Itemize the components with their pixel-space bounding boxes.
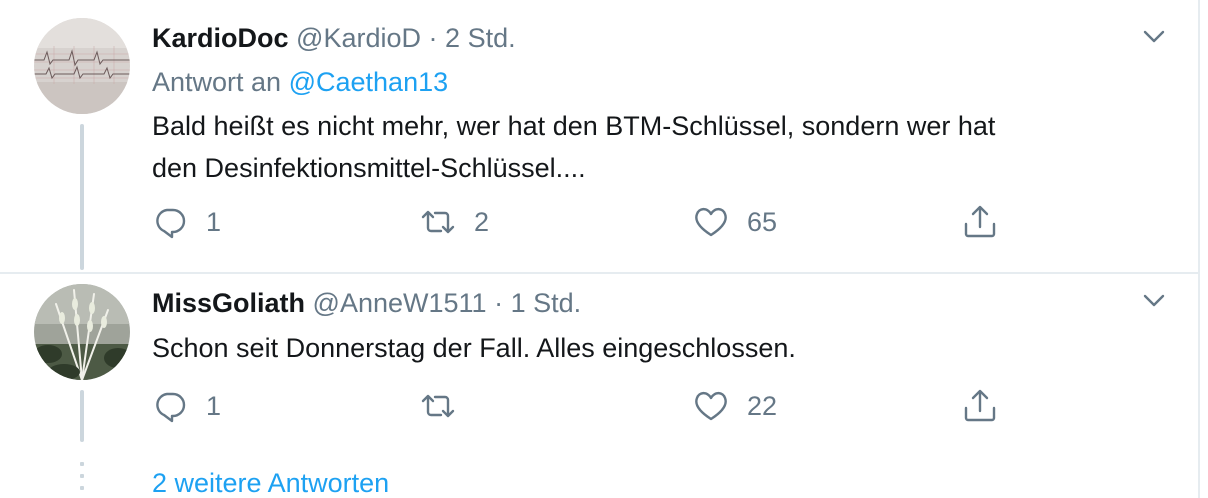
reply-label: Antwort an [152,67,282,97]
tweet-header: MissGoliath @AnneW1511 · 1 Std. [152,286,581,320]
tweet-menu-button[interactable] [1138,284,1170,316]
tweet-divider [0,272,1198,274]
retweet-button[interactable] [420,386,474,426]
like-button[interactable]: 65 [693,202,777,242]
timeline-border [1198,0,1200,498]
avatar[interactable] [34,284,130,380]
chevron-down-icon [1143,30,1165,43]
ecg-photo-avatar-icon [34,18,130,114]
reply-button[interactable]: 1 [152,202,221,242]
display-name[interactable]: MissGoliath [152,288,305,318]
display-name[interactable]: KardioDoc [152,23,289,53]
retweet-button[interactable]: 2 [420,202,489,242]
chevron-down-icon [1143,294,1165,307]
tweet-text-line: Bald heißt es nicht mehr, wer hat den BT… [152,111,996,141]
timestamp[interactable]: 2 Std. [445,23,516,53]
thread-line [80,124,84,270]
like-button[interactable]: 22 [693,386,777,426]
reply-count: 1 [206,391,222,421]
user-handle[interactable]: @KardioD [296,23,421,53]
avatar[interactable] [34,18,130,114]
share-icon [964,389,996,422]
share-button[interactable] [962,202,998,242]
tweet-actions: 1 22 [152,386,1012,426]
thread-dots [80,462,84,492]
like-count: 65 [747,207,778,237]
tweet-header: KardioDoc @KardioD · 2 Std. [152,21,516,55]
heart-icon [695,391,727,421]
tweet-actions: 1 2 65 [152,202,1012,242]
retweet-icon [421,210,455,234]
thread-line [80,390,84,442]
tweet-text-line: den Desinfektionsmittel-Schlüssel.... [152,153,586,183]
reply-icon [156,392,186,423]
reply-mention-link[interactable]: @Caethan13 [289,67,449,97]
retweet-count: 2 [474,207,490,237]
reply-icon [156,208,186,239]
tweet[interactable]: MissGoliath @AnneW1511 · 1 Std. Schon se… [0,276,1196,446]
share-icon [964,205,996,238]
tweet[interactable]: KardioDoc @KardioD · 2 Std. Antwort an @… [0,0,1196,272]
tweet-text: Bald heißt es nicht mehr, wer hat den BT… [152,105,1152,189]
share-button[interactable] [962,386,998,426]
user-handle[interactable]: @AnneW1511 [313,288,487,318]
reply-context: Antwort an @Caethan13 [152,65,448,99]
timestamp[interactable]: 1 Std. [511,288,582,318]
tweet-text: Schon seit Donnerstag der Fall. Alles ei… [152,327,1152,369]
plant-photo-avatar-icon [34,284,130,380]
show-more-replies-link[interactable]: 2 weitere Antworten [152,466,389,498]
retweet-icon [421,394,455,418]
separator: · [494,288,504,318]
reply-button[interactable]: 1 [152,386,221,426]
reply-count: 1 [206,207,222,237]
tweet-menu-button[interactable] [1138,20,1170,52]
tweet-text-line: Schon seit Donnerstag der Fall. Alles ei… [152,333,796,363]
separator: · [428,23,438,53]
like-count: 22 [747,391,778,421]
heart-icon [695,207,727,237]
